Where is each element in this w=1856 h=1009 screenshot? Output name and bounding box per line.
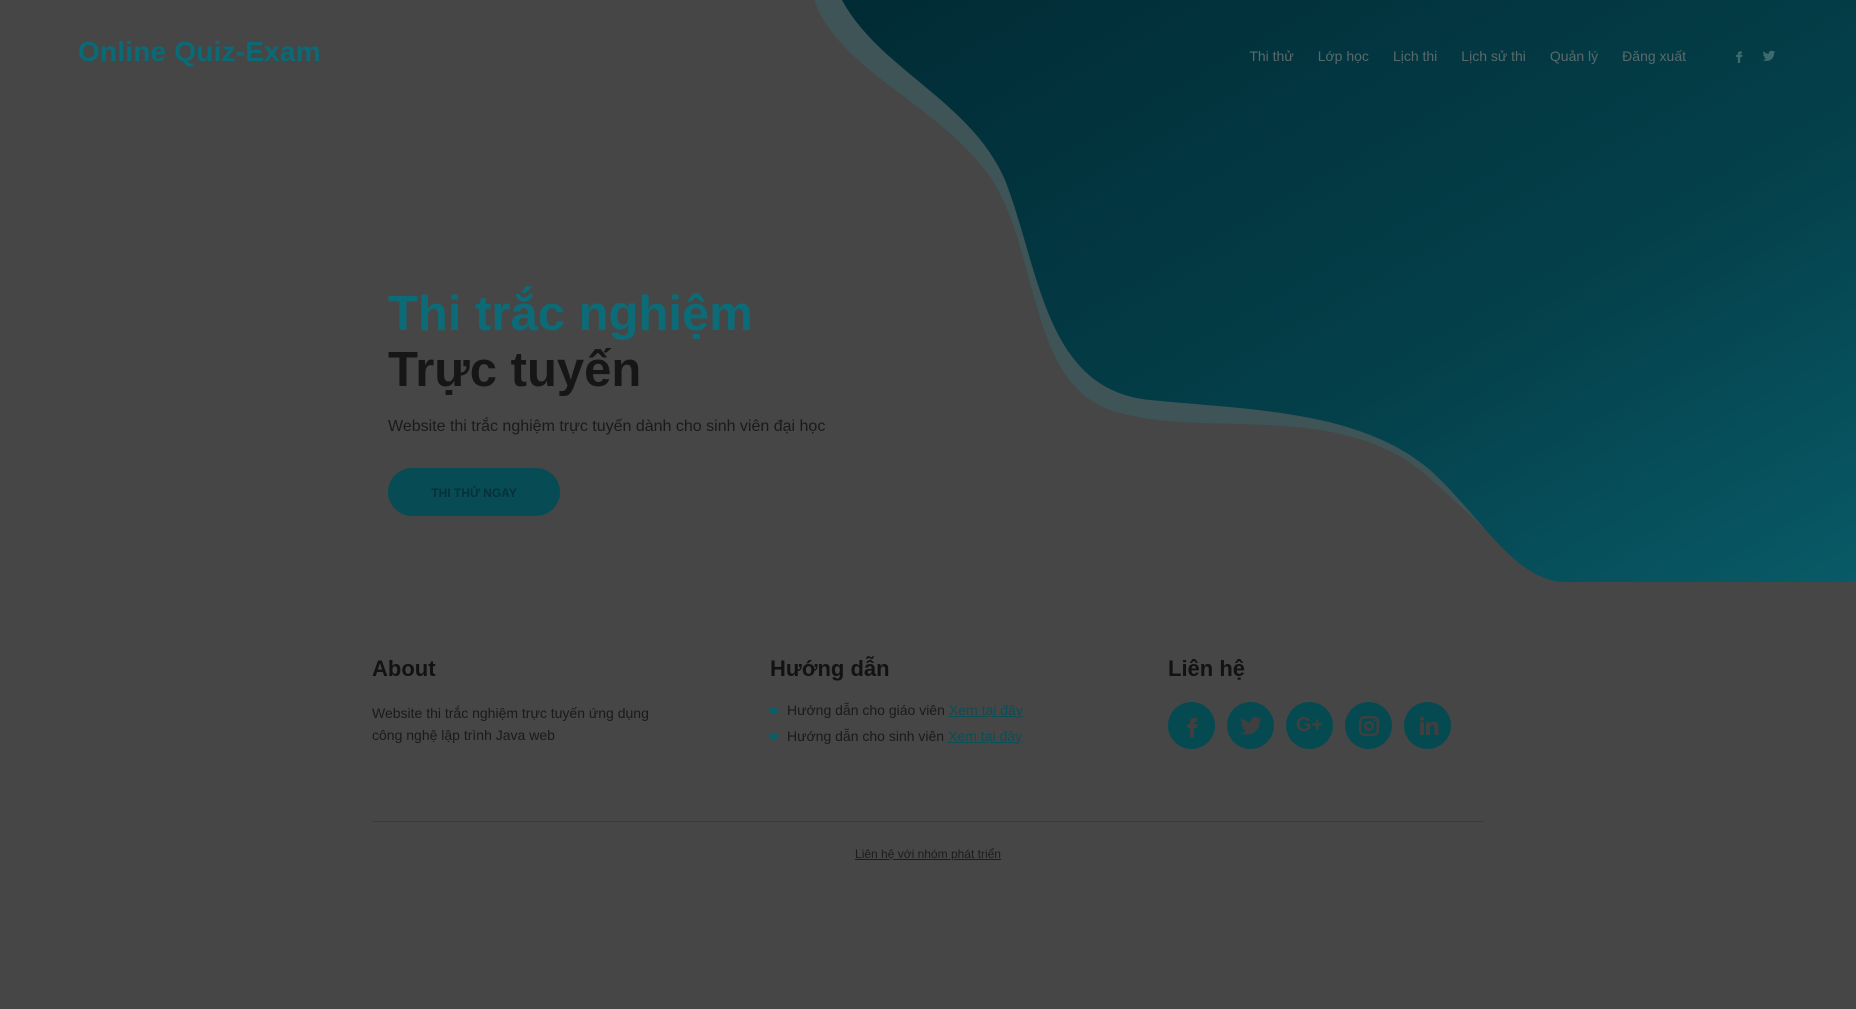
guide-teacher-link[interactable]: Xem tại đây [949, 702, 1023, 718]
twitter-icon[interactable] [1762, 49, 1776, 63]
hero-subtitle: Website thi trắc nghiệm trực tuyến dành … [388, 418, 826, 435]
main-nav: Thi thử Lớp học Lịch thi Lịch sử thi Quả… [1225, 48, 1776, 64]
twitter-icon[interactable] [1227, 702, 1274, 749]
about-title: About [372, 656, 436, 681]
hero-section: Thi trắc nghiệm Trực tuyến Website thi t… [388, 286, 825, 516]
bullet-icon [770, 732, 777, 740]
footer-divider [372, 821, 1484, 822]
guide-student-link[interactable]: Xem tại đây [948, 728, 1022, 744]
nav-item-quan-ly[interactable]: Quản lý [1550, 48, 1598, 64]
instagram-icon[interactable] [1345, 702, 1392, 749]
hero-title-line1: Thi trắc nghiệm [388, 287, 753, 341]
contact-social-links: G+ [1168, 702, 1488, 749]
guide-item-label: Hướng dẫn cho sinh viên [787, 728, 945, 744]
nav-item-thi-thu[interactable]: Thi thử [1249, 48, 1293, 64]
bullet-icon [770, 706, 777, 714]
about-text: Website thi trắc nghiệm trực tuyến ứng d… [372, 705, 649, 743]
footer-contact: Liên hệ G+ [1168, 656, 1488, 749]
footer-about: About Website thi trắc nghiệm trực tuyến… [372, 656, 692, 746]
contact-title: Liên hệ [1168, 656, 1246, 681]
guide-title: Hướng dẫn [770, 656, 890, 681]
facebook-icon[interactable] [1732, 49, 1746, 63]
hero-wave-background [814, 0, 1856, 582]
footer-guide: Hướng dẫn Hướng dẫn cho giáo viên Xem tạ… [770, 656, 1110, 754]
contact-dev-team-link[interactable]: Liên hệ với nhóm phát triển [0, 847, 1856, 861]
google-plus-icon[interactable]: G+ [1286, 702, 1333, 749]
linkedin-icon[interactable] [1404, 702, 1451, 749]
site-logo[interactable]: Online Quiz-Exam [78, 36, 321, 68]
facebook-icon[interactable] [1168, 702, 1215, 749]
nav-item-dang-xuat[interactable]: Đăng xuất [1622, 48, 1686, 64]
guide-item-student: Hướng dẫn cho sinh viên Xem tại đây [770, 728, 1110, 744]
nav-item-lop-hoc[interactable]: Lớp học [1318, 48, 1369, 64]
try-now-button[interactable]: THI THỬ NGAY [388, 468, 560, 516]
nav-item-lich-su-thi[interactable]: Lịch sử thi [1461, 48, 1526, 64]
guide-item-label: Hướng dẫn cho giáo viên [787, 702, 945, 718]
hero-title-line2: Trực tuyến [388, 343, 642, 397]
nav-item-lich-thi[interactable]: Lịch thi [1393, 48, 1437, 64]
nav-social-links [1716, 49, 1776, 63]
guide-item-teacher: Hướng dẫn cho giáo viên Xem tại đây [770, 702, 1110, 718]
